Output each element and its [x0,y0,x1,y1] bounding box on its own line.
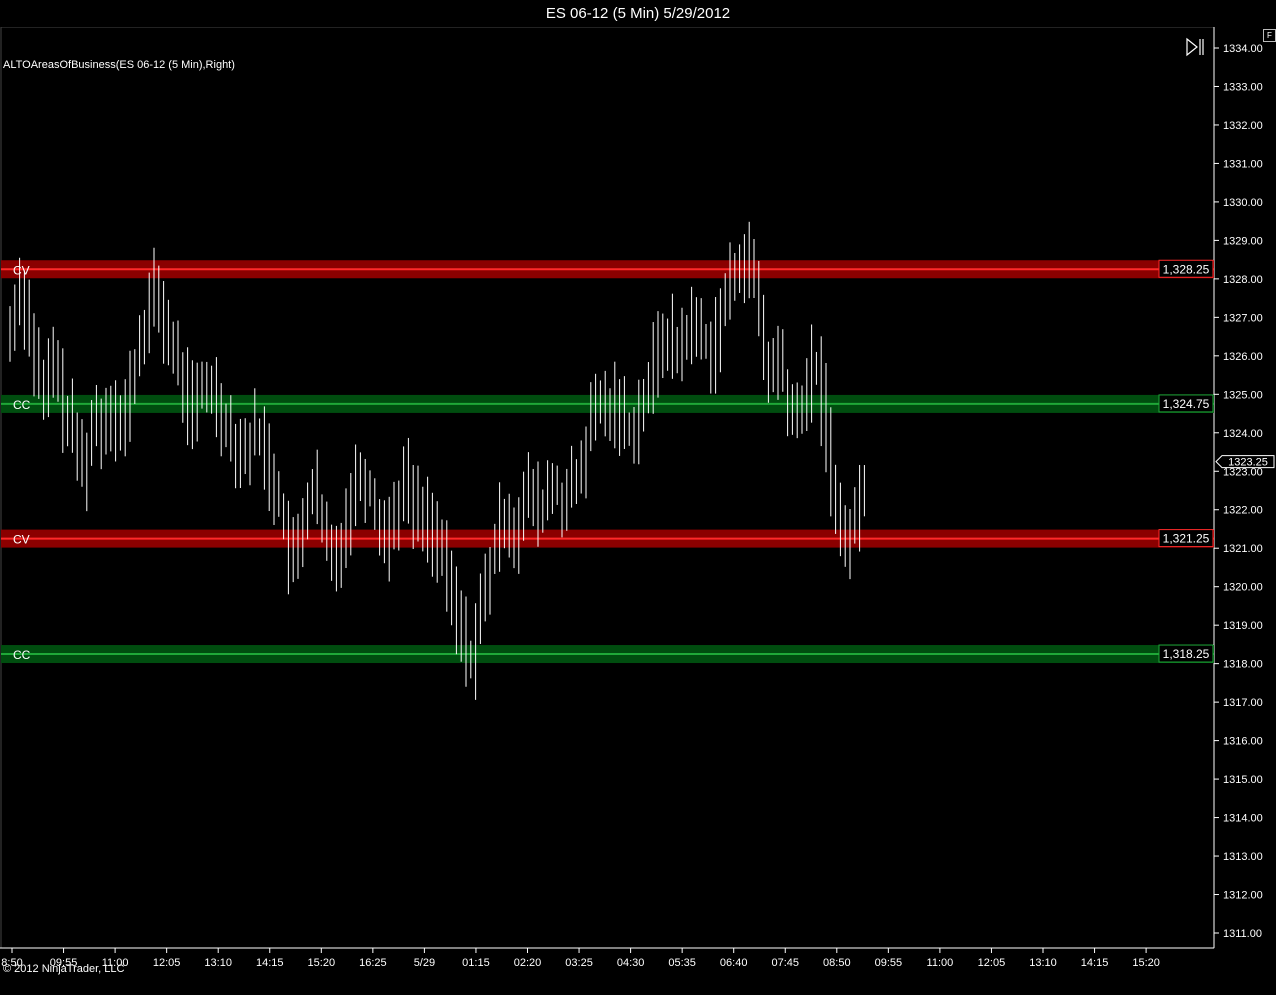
zone-label: CC [13,648,31,662]
chart-panel[interactable]: 1311.00 1312.00 1313.00 1314.00 1315.00 1316.… [0,27,1276,995]
x-tick-label: 09:55 [875,957,903,969]
window-title: ES 06-12 (5 Min) 5/29/2012 [545,5,731,22]
zone-label: CC [13,398,31,412]
y-tick-label: 1318.00 [1223,659,1263,671]
x-tick-label: 06:40 [720,957,748,969]
x-tick-label: 01:15 [462,957,490,969]
x-tick-label: 14:15 [1081,957,1109,969]
x-tick-label: 12:05 [153,957,181,969]
y-tick-label: 1332.00 [1223,120,1263,132]
y-tick-label: 1319.00 [1223,620,1263,632]
y-tick-label: 1311.00 [1223,928,1262,940]
x-tick-label: 05:35 [668,957,696,969]
y-tick-label: 1324.00 [1223,428,1263,440]
x-tick-label: 03:25 [565,957,593,969]
indicator-label: ALTOAreasOfBusiness(ES 06-12 (5 Min),Rig… [3,59,235,71]
y-tick-label: 1327.00 [1223,312,1263,324]
x-tick-label: 14:15 [256,957,284,969]
zone-price-label: 1,324.75 [1163,397,1210,411]
y-tick-label: 1317.00 [1223,697,1263,709]
x-tick-label: 07:45 [771,957,799,969]
x-tick-label: 04:30 [617,957,645,969]
price-chart[interactable]: 1311.00 1312.00 1313.00 1314.00 1315.00 1316.… [0,27,1276,995]
y-tick-label: 1312.00 [1223,890,1263,902]
y-tick-label: 1313.00 [1223,851,1263,863]
y-tick-label: 1329.00 [1223,235,1263,247]
y-tick-label: 1322.00 [1223,505,1263,517]
y-tick-label: 1320.00 [1223,582,1263,594]
zone-label: CV [13,533,30,547]
x-tick-label: 15:20 [308,957,336,969]
y-tick-label: 1333.00 [1223,81,1263,93]
zone-label: CV [13,263,30,277]
zone-price-label: 1,321.25 [1163,532,1210,546]
chart-options-button[interactable]: F [1263,29,1276,42]
y-tick-label: 1315.00 [1223,774,1263,786]
x-tick-label: 16:25 [359,957,387,969]
y-tick-label: 1321.00 [1223,543,1263,555]
y-tick-label: 1316.00 [1223,736,1263,748]
x-tick-label: 02:20 [514,957,542,969]
y-tick-label: 1334.00 [1223,43,1263,55]
x-tick-label: 5/29 [414,957,435,969]
x-tick-label: 13:10 [1029,957,1057,969]
x-tick-label: 12:05 [978,957,1006,969]
x-tick-label: 13:10 [204,957,232,969]
plot-area [0,27,1215,949]
x-tick-label: 15:20 [1132,957,1160,969]
x-tick-label: 11:00 [927,957,954,969]
zone-price-label: 1,328.25 [1163,262,1210,276]
y-tick-label: 1325.00 [1223,389,1263,401]
zone-price-label: 1,318.25 [1163,647,1210,661]
scroll-to-end-icon[interactable] [1184,37,1206,57]
last-price-label: 1323.25 [1228,457,1268,469]
x-tick-label: 08:50 [823,957,851,969]
y-tick-label: 1330.00 [1223,197,1263,209]
y-tick-label: 1331.00 [1223,158,1263,170]
copyright-text: © 2012 NinjaTrader, LLC [3,963,125,975]
y-tick-label: 1328.00 [1223,274,1263,286]
y-tick-label: 1314.00 [1223,813,1263,825]
y-tick-label: 1326.00 [1223,351,1263,363]
